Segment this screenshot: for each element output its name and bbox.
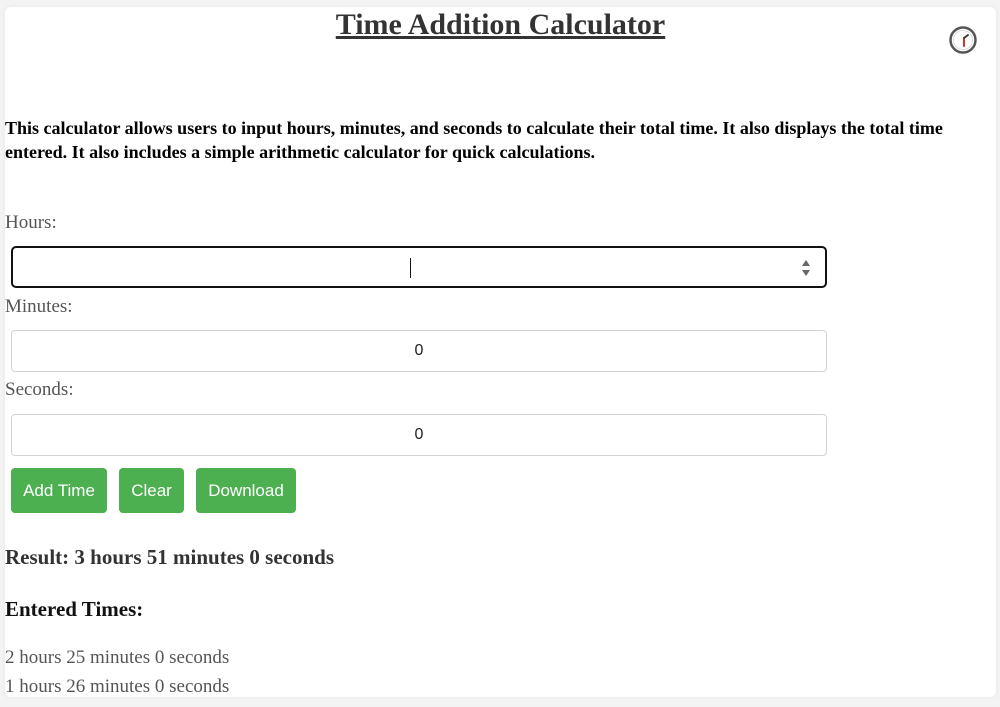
text-caret bbox=[410, 258, 411, 278]
minutes-input-value: 0 bbox=[414, 342, 424, 359]
clear-button[interactable]: Clear bbox=[119, 468, 184, 513]
entered-time-item: 1 hours 26 minutes 0 seconds bbox=[5, 676, 230, 697]
calculator-card: Time Addition Calculator This calculator… bbox=[5, 7, 996, 697]
clock-icon[interactable] bbox=[949, 26, 977, 54]
page-description: This calculator allows users to input ho… bbox=[5, 118, 943, 162]
minutes-input[interactable]: 0 bbox=[11, 330, 827, 372]
add-time-button[interactable]: Add Time bbox=[11, 468, 107, 513]
seconds-input-value: 0 bbox=[414, 426, 424, 443]
download-button[interactable]: Download bbox=[196, 468, 296, 513]
minutes-label: Minutes: bbox=[5, 296, 73, 317]
number-spinner-icon[interactable] bbox=[801, 258, 811, 278]
hours-input[interactable] bbox=[11, 246, 827, 288]
entered-times-heading: Entered Times: bbox=[5, 597, 144, 621]
seconds-label: Seconds: bbox=[5, 379, 74, 400]
result-text: Result: 3 hours 51 minutes 0 seconds bbox=[5, 545, 335, 569]
entered-time-item: 2 hours 25 minutes 0 seconds bbox=[5, 647, 230, 668]
seconds-input[interactable]: 0 bbox=[11, 414, 827, 456]
hours-label: Hours: bbox=[5, 212, 57, 233]
page-title: Time Addition Calculator bbox=[335, 8, 666, 41]
